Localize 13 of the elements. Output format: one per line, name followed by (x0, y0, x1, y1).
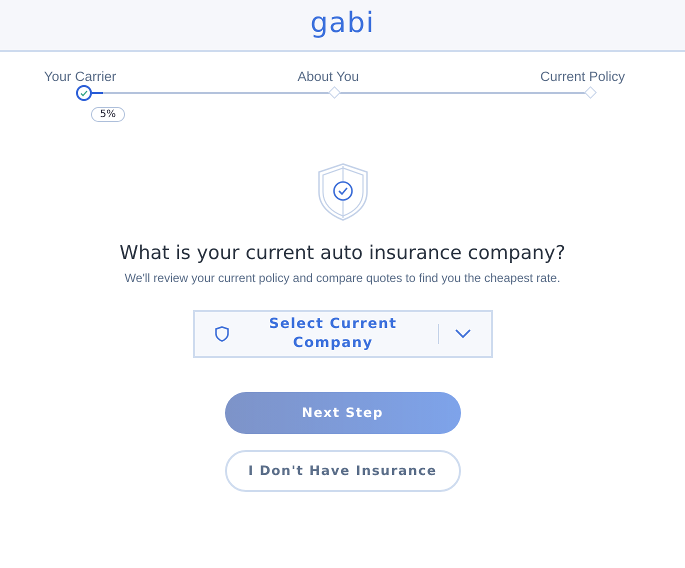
step-label: About You (297, 69, 360, 84)
company-select[interactable]: Select Current Company (192, 310, 492, 358)
progress-percent: 5% (91, 107, 125, 122)
step-label: Current Policy (540, 69, 625, 84)
question-title: What is your current auto insurance company? (120, 242, 566, 264)
step-label: Your Carrier (44, 69, 116, 84)
no-insurance-button[interactable]: I Don't Have Insurance (224, 450, 460, 492)
shield-icon (214, 326, 228, 342)
shield-check-icon (316, 162, 370, 222)
chevron-down-icon (454, 329, 470, 339)
question-subtitle: We'll review your current policy and compare quotes to find you the cheapest rate. (124, 271, 560, 285)
next-step-button[interactable]: Next Step (224, 392, 460, 434)
logo: gabi (310, 6, 375, 38)
